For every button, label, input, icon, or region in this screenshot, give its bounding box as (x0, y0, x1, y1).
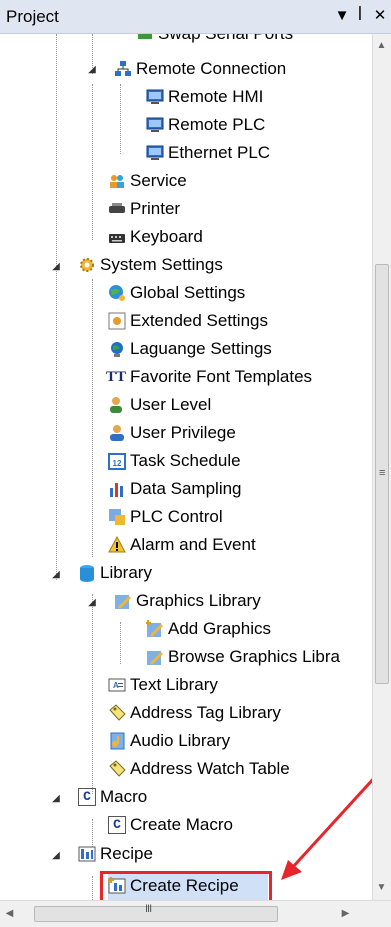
monitor-icon (146, 89, 164, 104)
panel-title: Project (6, 7, 59, 26)
user-icon (110, 425, 124, 441)
globe-icon (111, 342, 123, 357)
tree-line (92, 279, 93, 557)
collapse-system-settings[interactable]: ◢ (50, 261, 62, 273)
pin-icon[interactable]: ꟾ (352, 6, 368, 26)
panel-title-bar: Project ▼ ꟾ ✕ (0, 0, 391, 34)
database-icon (80, 565, 94, 582)
font-icon: TT (106, 369, 127, 385)
svg-text:12: 12 (113, 459, 122, 468)
text-library-icon: A (108, 678, 126, 692)
tree-line (56, 34, 57, 580)
scroll-left-arrow-icon[interactable]: ◀ (0, 908, 19, 919)
scroll-down-arrow-icon[interactable]: ▼ (372, 882, 391, 893)
macro-icon: C (78, 788, 96, 806)
network-icon (115, 61, 131, 76)
collapse-recipe[interactable]: ◢ (50, 850, 62, 862)
extended-settings-icon (108, 312, 126, 330)
collapse-macro[interactable]: ◢ (50, 793, 62, 805)
monitor-icon (146, 145, 164, 160)
calendar-icon: 12 (108, 453, 126, 470)
horizontal-scroll-thumb[interactable]: III (34, 903, 278, 922)
alarm-icon (108, 536, 126, 553)
globe-settings-icon (109, 285, 125, 301)
bar-chart-icon (110, 483, 123, 497)
monitor-icon (146, 117, 164, 132)
audio-icon (110, 732, 125, 750)
tree-line (120, 622, 121, 664)
dropdown-icon[interactable]: ▼ (334, 6, 350, 26)
project-tree: Swap Serial Ports ◢ Remote Connection Re… (0, 34, 372, 900)
close-icon[interactable]: ✕ (372, 6, 388, 26)
user-icon (110, 397, 122, 413)
scroll-right-arrow-icon[interactable]: ▶ (336, 908, 355, 919)
printer-icon (109, 203, 125, 213)
collapse-graphics-library[interactable]: ◢ (86, 597, 98, 609)
scroll-grip-icon: ≡ (379, 467, 386, 479)
swap-ports-icon (138, 34, 152, 39)
vertical-scroll-thumb[interactable]: ≡ (375, 264, 389, 684)
tree-line (92, 84, 93, 240)
tree-line (92, 876, 93, 900)
plc-control-icon (109, 509, 125, 525)
graphics-icon (115, 595, 131, 609)
svg-text:A: A (113, 681, 119, 690)
tree-line (120, 84, 121, 154)
horizontal-scrollbar[interactable]: ◀ III ▶ (0, 900, 391, 927)
create-macro-icon: C (108, 816, 126, 834)
collapse-library[interactable]: ◢ (50, 569, 62, 581)
users-icon (110, 175, 124, 188)
gear-icon (80, 258, 94, 272)
keyboard-icon (109, 234, 125, 243)
recipe-icon (78, 846, 96, 862)
tree-line (92, 594, 93, 794)
tag-icon (109, 704, 126, 721)
scroll-up-arrow-icon[interactable]: ▲ (372, 40, 391, 51)
graphics-icon (147, 651, 163, 665)
vertical-scrollbar[interactable]: ▲ ≡ ▼ (372, 34, 391, 900)
add-graphics-icon (146, 620, 163, 637)
tag-icon (109, 760, 126, 777)
collapse-remote-connection[interactable]: ◢ (86, 64, 98, 76)
scroll-grip-icon: III (145, 903, 152, 915)
